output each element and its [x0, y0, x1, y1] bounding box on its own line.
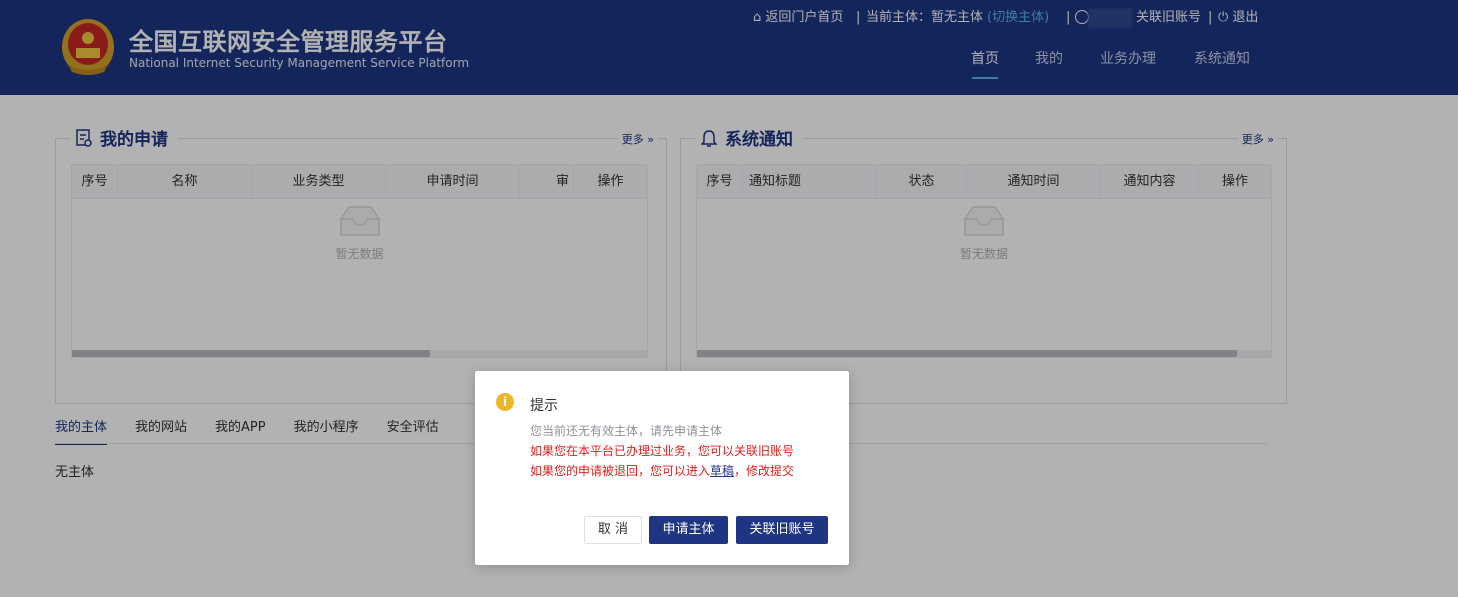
dialog-message: 您当前还无有效主体，请先申请主体: [530, 424, 723, 438]
cancel-button[interactable]: 取 消: [584, 516, 642, 544]
apply-entity-button[interactable]: 申请主体: [649, 516, 728, 544]
info-icon: i: [496, 393, 514, 411]
draft-link[interactable]: 草稿: [710, 464, 734, 478]
link-old-account-button[interactable]: 关联旧账号: [736, 516, 828, 544]
dialog-message-text: ，修改提交: [734, 464, 795, 478]
prompt-dialog: i 提示 您当前还无有效主体，请先申请主体 如果您在本平台已办理过业务，您可以关…: [475, 371, 849, 565]
dialog-message: 如果您的申请被退回，您可以进入草稿，修改提交: [530, 462, 794, 479]
dialog-message: 如果您在本平台已办理过业务，您可以关联旧账号: [530, 444, 795, 458]
dialog-message-text: 如果您的申请被退回，您可以进入: [530, 464, 711, 478]
dialog-title: 提示: [530, 398, 558, 414]
